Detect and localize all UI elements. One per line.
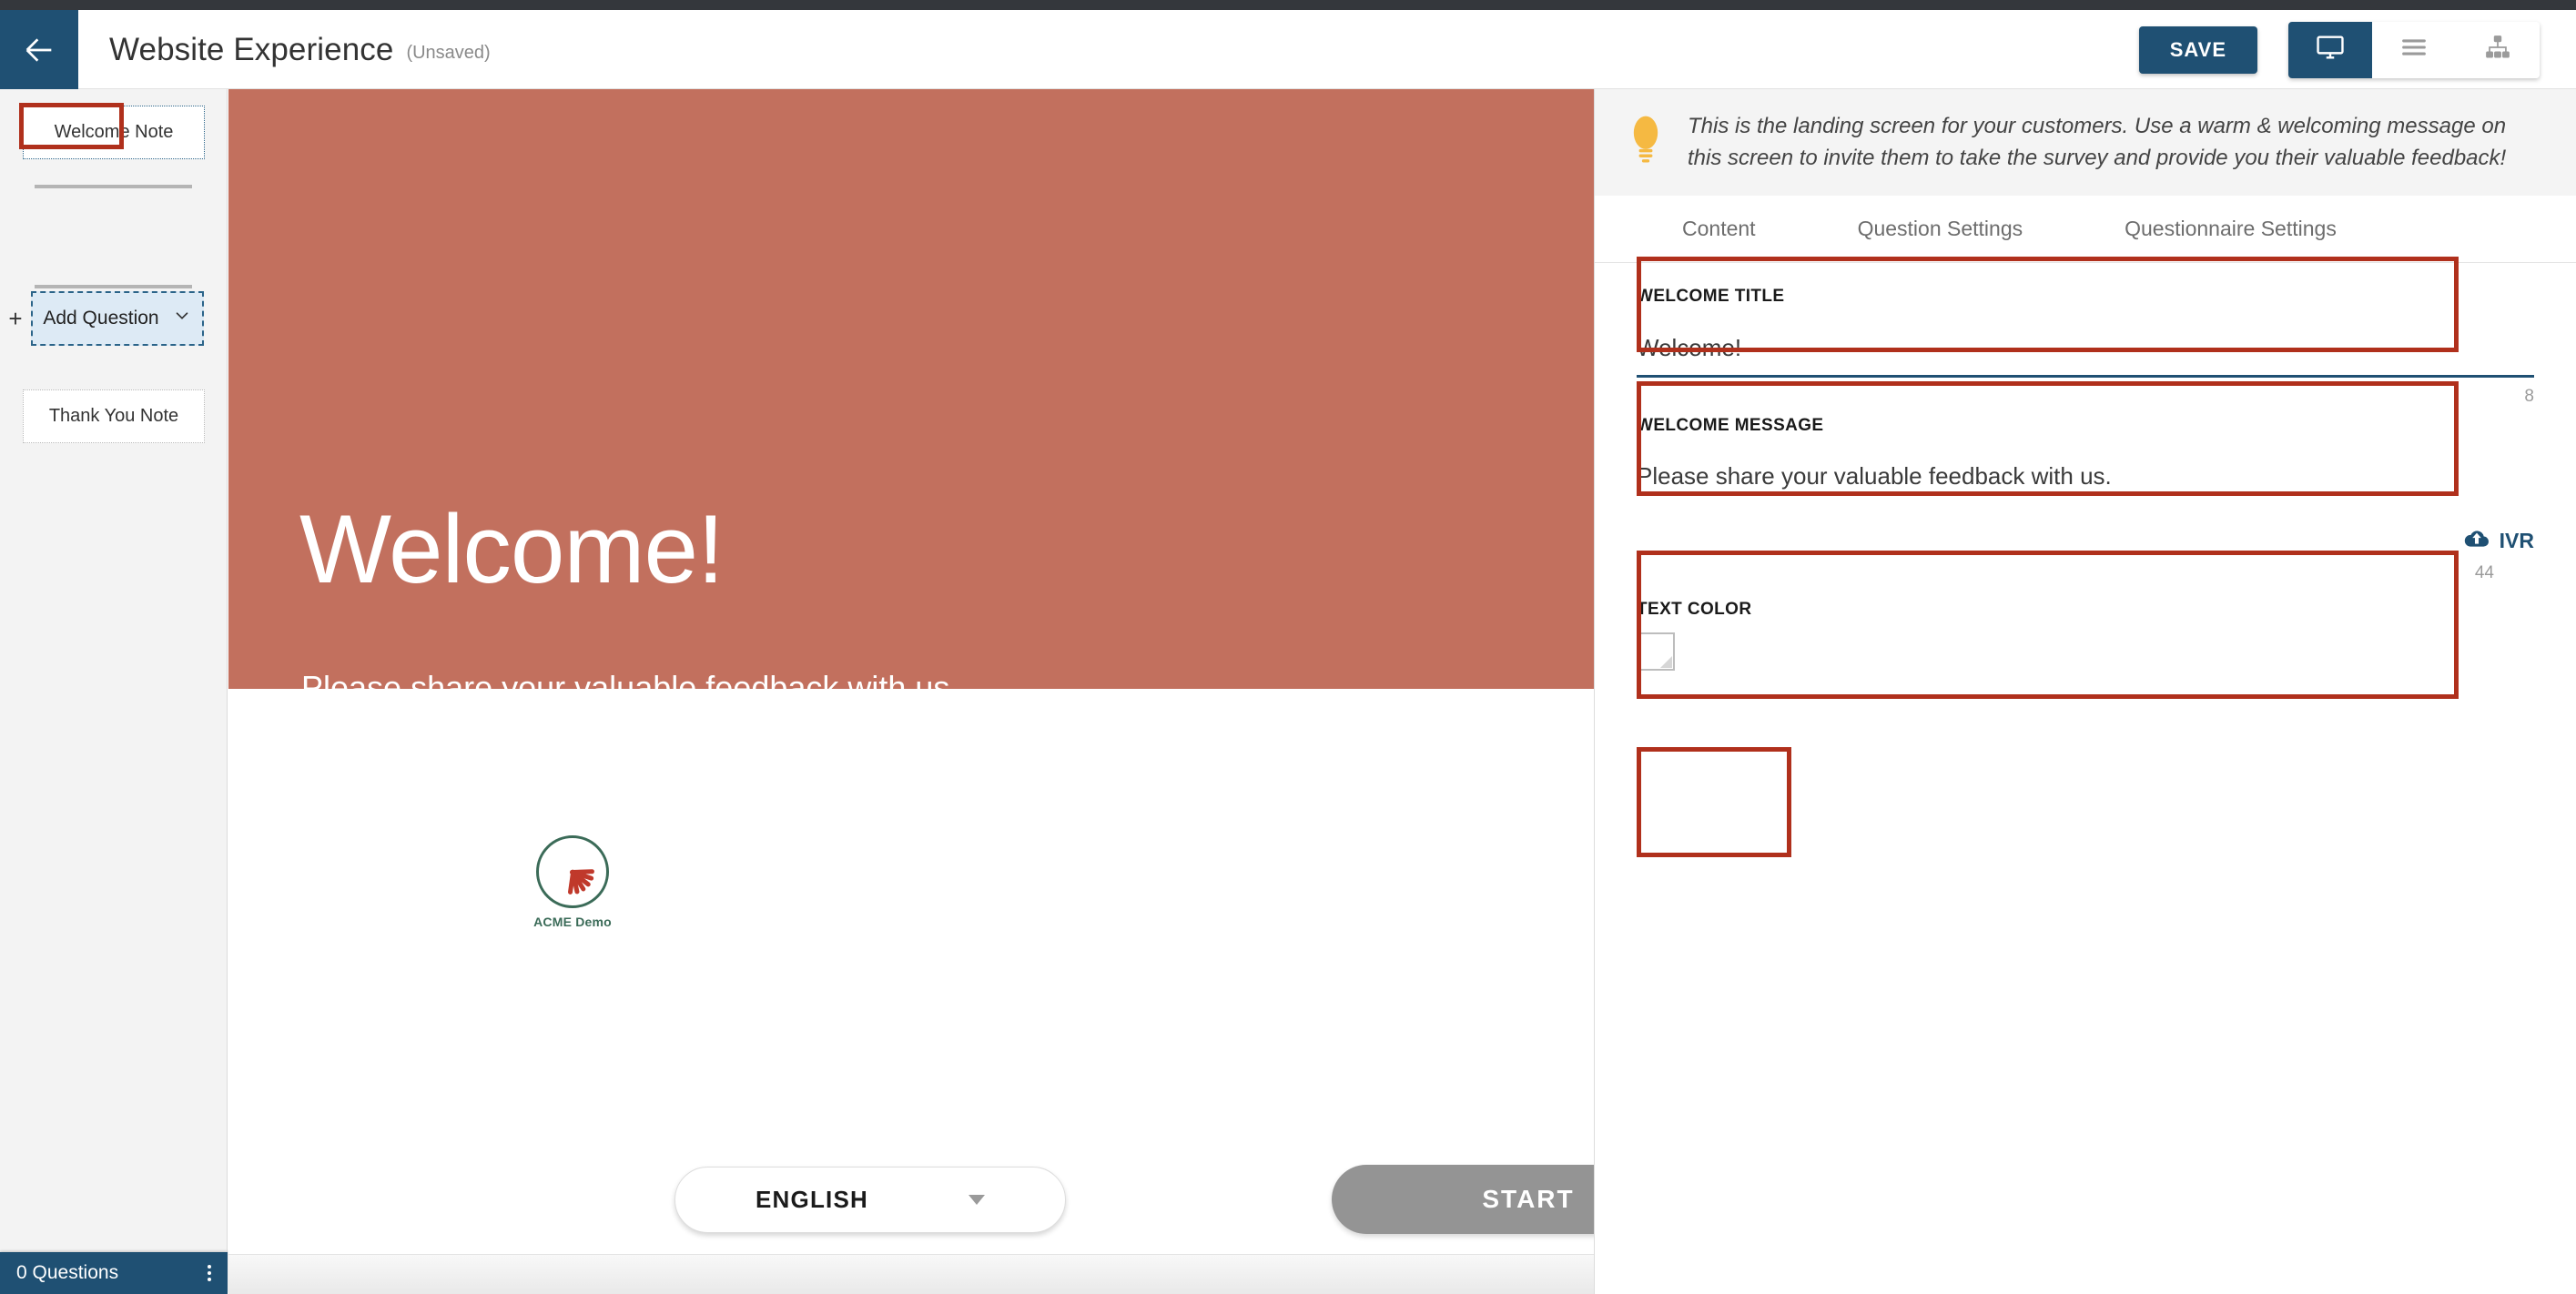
unsaved-status: (Unsaved) xyxy=(406,43,491,63)
hint-text: This is the landing screen for your cust… xyxy=(1688,114,2507,170)
questions-count-bar: 0 Questions xyxy=(0,1252,228,1294)
more-vertical-icon[interactable] xyxy=(208,1265,211,1281)
add-question-label: Add Question xyxy=(43,308,159,329)
survey-preview: Welcome! Please share your valuable feed… xyxy=(228,89,1595,1294)
window-top-strip xyxy=(0,0,2576,10)
preview-welcome-message: Please share your valuable feedback with… xyxy=(301,669,959,706)
language-label: ENGLISH xyxy=(756,1186,868,1213)
welcome-message-input[interactable]: Please share your valuable feedback with… xyxy=(1637,436,2439,545)
brand-logo: ACME Demo xyxy=(529,835,616,929)
add-question-row: + Add Question xyxy=(0,291,228,346)
lightbulb-icon xyxy=(1628,115,1664,170)
welcome-title-counter: 8 xyxy=(2524,387,2534,406)
text-color-field: TEXT COLOR xyxy=(1595,583,2576,671)
page-title: Website Experience xyxy=(109,31,394,67)
desktop-preview-button[interactable] xyxy=(2288,21,2372,78)
sidebar-item-thank-you-note[interactable]: Thank You Note xyxy=(23,389,205,443)
hamburger-icon xyxy=(2399,32,2429,67)
app-root: Website Experience (Unsaved) SAVE Welcom… xyxy=(0,0,2576,1294)
sidebar-divider-top xyxy=(35,185,192,188)
cloud-upload-icon xyxy=(2463,527,2490,554)
editor-panel: This is the landing screen for your cust… xyxy=(1595,89,2576,1294)
list-view-button[interactable] xyxy=(2372,21,2456,78)
arrow-left-icon xyxy=(21,32,57,68)
save-button[interactable]: SAVE xyxy=(2138,25,2257,74)
preview-hero-banner: Welcome! Please share your valuable feed… xyxy=(228,89,1594,706)
welcome-title-input[interactable] xyxy=(1637,330,2534,378)
hint-banner: This is the landing screen for your cust… xyxy=(1595,89,2576,196)
tab-content[interactable]: Content xyxy=(1631,217,1807,241)
title-area: Website Experience (Unsaved) xyxy=(109,10,491,89)
ivr-upload-button[interactable]: IVR xyxy=(2463,527,2534,554)
welcome-message-field: WELCOME MESSAGE Please share your valuab… xyxy=(1595,407,2576,583)
welcome-title-field: WELCOME TITLE 8 xyxy=(1595,263,2576,407)
text-color-label: TEXT COLOR xyxy=(1637,600,1752,619)
back-button[interactable] xyxy=(0,10,78,89)
question-sidebar: Welcome Note + Add Question Thank You No… xyxy=(0,89,228,1294)
preview-footer-strip xyxy=(228,1254,1594,1294)
logo-mark-icon xyxy=(536,835,609,908)
sidebar-item-welcome-note[interactable]: Welcome Note xyxy=(23,106,205,159)
ivr-label: IVR xyxy=(2499,528,2534,552)
chevron-down-icon xyxy=(172,306,192,331)
editor-tabs: Content Question Settings Questionnaire … xyxy=(1595,196,2576,263)
preview-welcome-title: Welcome! xyxy=(299,494,725,603)
add-question-button[interactable]: Add Question xyxy=(31,291,204,346)
welcome-message-label: WELCOME MESSAGE xyxy=(1637,416,1824,435)
start-button[interactable]: START xyxy=(1332,1165,1594,1234)
welcome-message-counter: 44 xyxy=(2474,563,2494,582)
app-header: Website Experience (Unsaved) SAVE xyxy=(0,10,2576,89)
caret-down-icon xyxy=(968,1195,985,1205)
flow-view-button[interactable] xyxy=(2456,21,2540,78)
header-actions: SAVE xyxy=(2138,10,2540,89)
welcome-title-label: WELCOME TITLE xyxy=(1637,287,1785,306)
logo-label: ACME Demo xyxy=(533,915,612,929)
plus-icon: + xyxy=(8,305,23,332)
sitemap-icon xyxy=(2483,33,2512,66)
view-mode-group xyxy=(2288,21,2540,78)
questions-count-label: 0 Questions xyxy=(16,1262,119,1283)
sidebar-divider-bottom xyxy=(35,285,192,288)
language-selector[interactable]: ENGLISH xyxy=(674,1167,1066,1233)
tab-question-settings[interactable]: Question Settings xyxy=(1807,217,2074,241)
text-color-swatch[interactable] xyxy=(1637,632,1675,671)
monitor-icon xyxy=(2315,32,2346,67)
tab-questionnaire-settings[interactable]: Questionnaire Settings xyxy=(2074,217,2388,241)
